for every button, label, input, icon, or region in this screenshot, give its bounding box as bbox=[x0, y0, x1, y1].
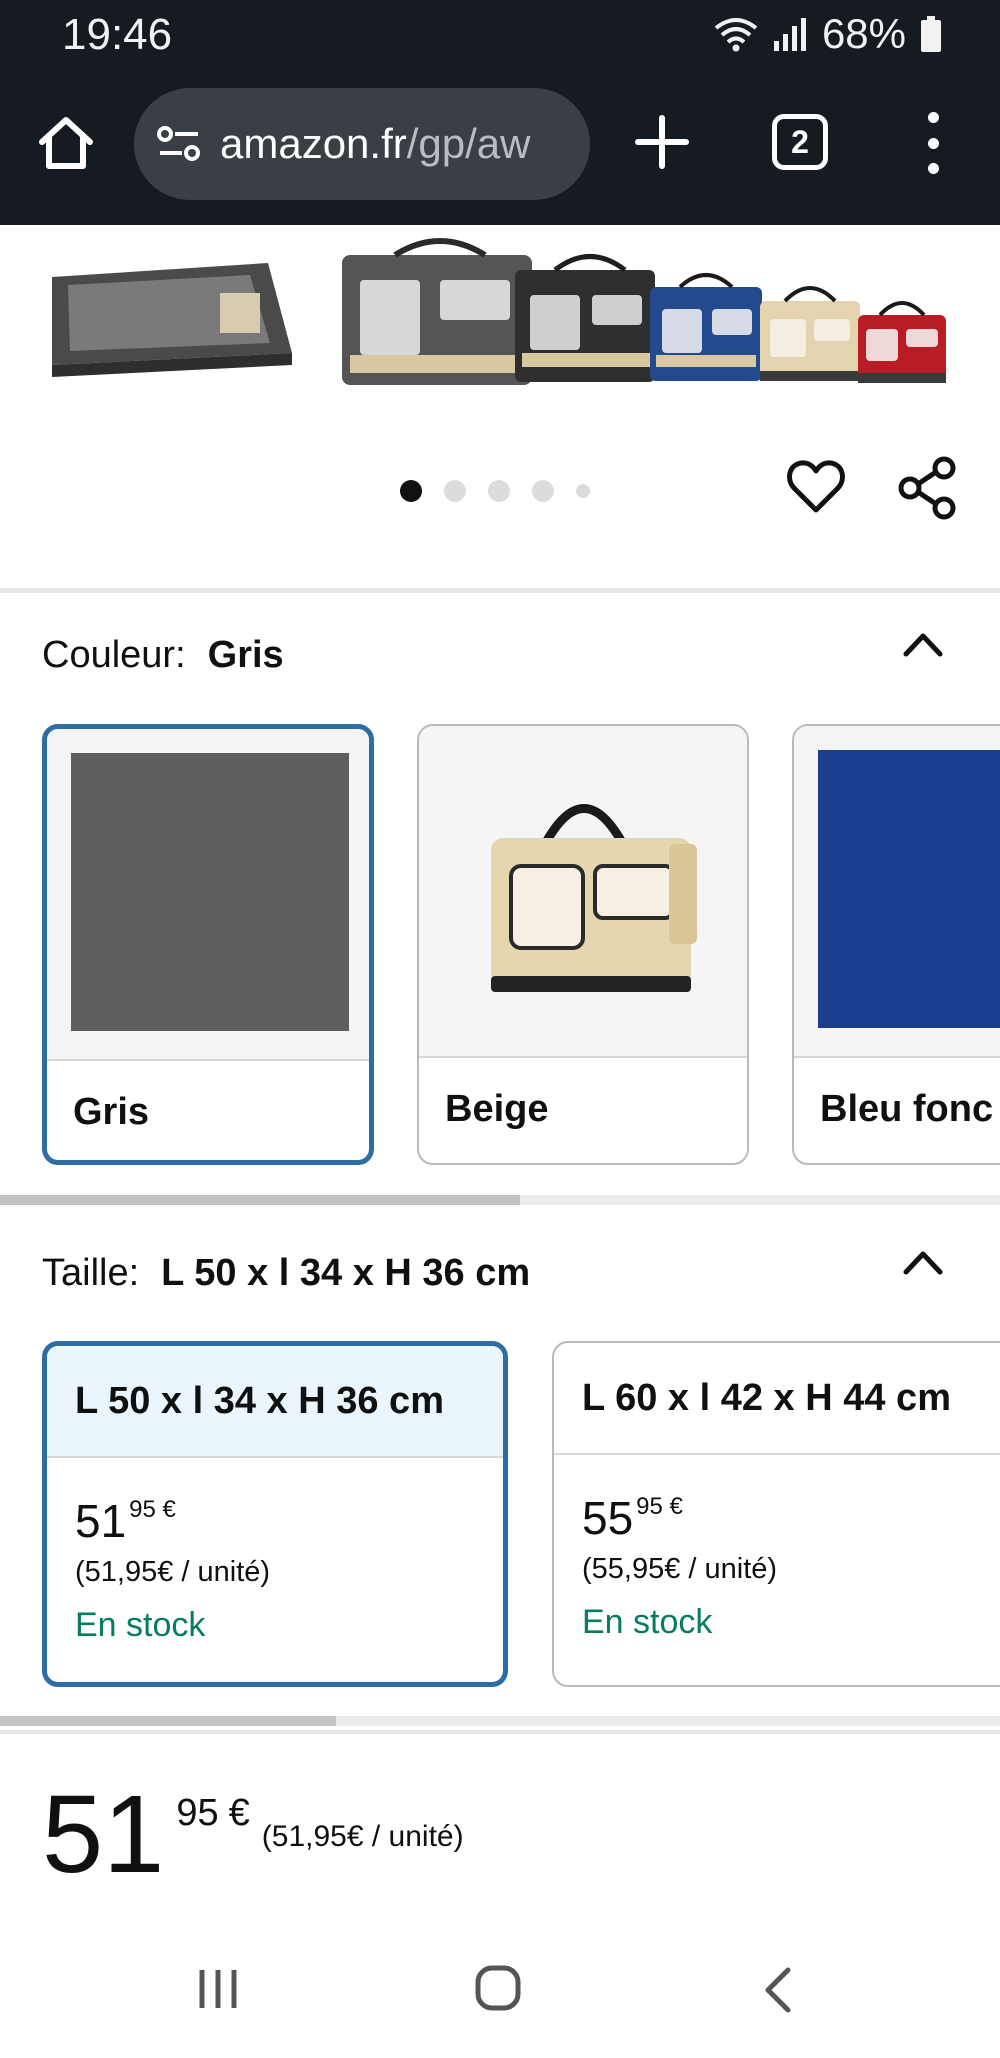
share-icon[interactable] bbox=[898, 456, 958, 520]
product-image-strip[interactable] bbox=[0, 225, 1000, 415]
swatch-name: Bleu fonc bbox=[820, 1088, 994, 1130]
color-section-label: Couleur: Gris bbox=[42, 634, 284, 677]
new-tab-icon[interactable] bbox=[632, 112, 692, 172]
carousel-dot[interactable] bbox=[488, 480, 510, 502]
color-swatch-beige[interactable]: Beige bbox=[417, 724, 749, 1165]
size-option-unit-price: (55,95€ / unité) bbox=[582, 1553, 778, 1585]
size-option-price: 55 95 € bbox=[582, 1491, 683, 1545]
swatch-image-area bbox=[794, 726, 1000, 1058]
size-option-60x42x44[interactable]: L 60 x l 42 x H 44 cm 55 95 € (55,95€ / u… bbox=[552, 1341, 1000, 1687]
browser-toolbar: amazon.fr/gp/aw 2 bbox=[0, 88, 1000, 204]
selected-size-value: L 50 x l 34 x H 36 cm bbox=[161, 1252, 531, 1294]
url-host: amazon.fr bbox=[220, 120, 407, 167]
status-icons: 68% bbox=[714, 10, 942, 58]
price-fraction: 95 bbox=[636, 1493, 663, 1520]
beige-carrier-swatch-image bbox=[491, 804, 697, 992]
price-currency: € bbox=[669, 1493, 683, 1520]
size-option-price: 51 95 € bbox=[75, 1494, 176, 1548]
size-option-stock: En stock bbox=[75, 1606, 206, 1644]
address-bar[interactable]: amazon.fr/gp/aw bbox=[134, 88, 590, 200]
main-price: 51 95 € (51,95€ / unité) bbox=[42, 1780, 464, 1890]
chevron-up-icon[interactable] bbox=[898, 624, 948, 664]
size-label: Taille: bbox=[42, 1252, 140, 1294]
url-path: /gp/aw bbox=[406, 120, 531, 167]
main-price-currency: € bbox=[228, 1792, 250, 1834]
folded-carrier-image bbox=[52, 263, 292, 377]
size-option-scrollbar[interactable] bbox=[0, 1716, 1000, 1726]
main-price-fraction: 95 bbox=[176, 1792, 219, 1834]
size-option-50x34x36[interactable]: L 50 x l 34 x H 36 cm 51 95 € (51,95€ / u… bbox=[42, 1341, 508, 1687]
swatch-color-block bbox=[71, 753, 349, 1031]
price-whole: 55 bbox=[582, 1492, 634, 1544]
swatch-image-area bbox=[419, 726, 747, 1058]
section-divider bbox=[0, 588, 1000, 593]
scrollbar-thumb[interactable] bbox=[0, 1195, 520, 1205]
black-carrier-image bbox=[515, 254, 655, 382]
swatch-name: Beige bbox=[445, 1088, 549, 1130]
home-icon[interactable] bbox=[36, 112, 96, 172]
swatch-image-area bbox=[47, 729, 369, 1061]
url-text[interactable]: amazon.fr/gp/aw bbox=[220, 120, 531, 168]
size-option-title: L 50 x l 34 x H 36 cm bbox=[47, 1346, 503, 1458]
carousel-indicator[interactable] bbox=[400, 480, 590, 502]
back-icon[interactable] bbox=[760, 1966, 794, 2014]
system-navigation-bar bbox=[0, 1938, 1000, 2058]
red-carrier-image bbox=[858, 301, 946, 383]
size-option-title: L 60 x l 42 x H 44 cm bbox=[554, 1343, 1000, 1455]
carousel-dot[interactable] bbox=[576, 484, 590, 498]
size-option-unit-price: (51,95€ / unité) bbox=[75, 1556, 271, 1588]
heart-icon[interactable] bbox=[786, 458, 846, 516]
recent-apps-icon[interactable] bbox=[196, 1966, 240, 2012]
color-swatch-gris[interactable]: Gris bbox=[42, 724, 374, 1165]
price-fraction: 95 bbox=[129, 1496, 156, 1523]
battery-percent: 68% bbox=[821, 10, 906, 57]
battery-icon bbox=[921, 16, 941, 52]
scrollbar-thumb[interactable] bbox=[0, 1716, 336, 1726]
tab-switcher-button[interactable]: 2 bbox=[772, 114, 828, 170]
chevron-up-icon[interactable] bbox=[898, 1242, 948, 1282]
carousel-dot[interactable] bbox=[532, 480, 554, 502]
color-label: Couleur: bbox=[42, 634, 186, 676]
price-whole: 51 bbox=[75, 1495, 127, 1547]
price-currency: € bbox=[162, 1496, 176, 1523]
status-time: 19:46 bbox=[62, 10, 173, 59]
grey-carrier-image bbox=[342, 238, 532, 385]
swatch-name: Gris bbox=[73, 1091, 150, 1133]
main-price-unit-price: (51,95€ / unité) bbox=[261, 1820, 464, 1853]
main-price-whole: 51 bbox=[42, 1773, 165, 1896]
browser-chrome: 19:46 68% amazon.fr/gp/aw 2 bbox=[0, 0, 1000, 225]
wifi-icon bbox=[714, 18, 758, 52]
carousel-dot[interactable] bbox=[400, 480, 422, 502]
site-settings-icon[interactable] bbox=[156, 124, 202, 164]
overflow-menu-icon[interactable] bbox=[908, 108, 958, 178]
product-carriers-image bbox=[52, 238, 946, 385]
carousel-dot[interactable] bbox=[444, 480, 466, 502]
beige-carrier-image bbox=[760, 286, 860, 381]
color-swatch-scrollbar[interactable] bbox=[0, 1195, 1000, 1205]
blue-carrier-image bbox=[650, 273, 762, 381]
color-swatch-bleu-fonce[interactable]: Bleu fonc bbox=[792, 724, 1000, 1165]
swatch-color-block bbox=[818, 750, 1000, 1028]
signal-icon bbox=[773, 18, 806, 51]
section-divider bbox=[0, 1730, 1000, 1734]
home-nav-icon[interactable] bbox=[474, 1964, 522, 2012]
size-option-stock: En stock bbox=[582, 1603, 713, 1641]
size-section-label: Taille: L 50 x l 34 x H 36 cm bbox=[42, 1252, 530, 1295]
selected-color-value: Gris bbox=[207, 634, 284, 676]
